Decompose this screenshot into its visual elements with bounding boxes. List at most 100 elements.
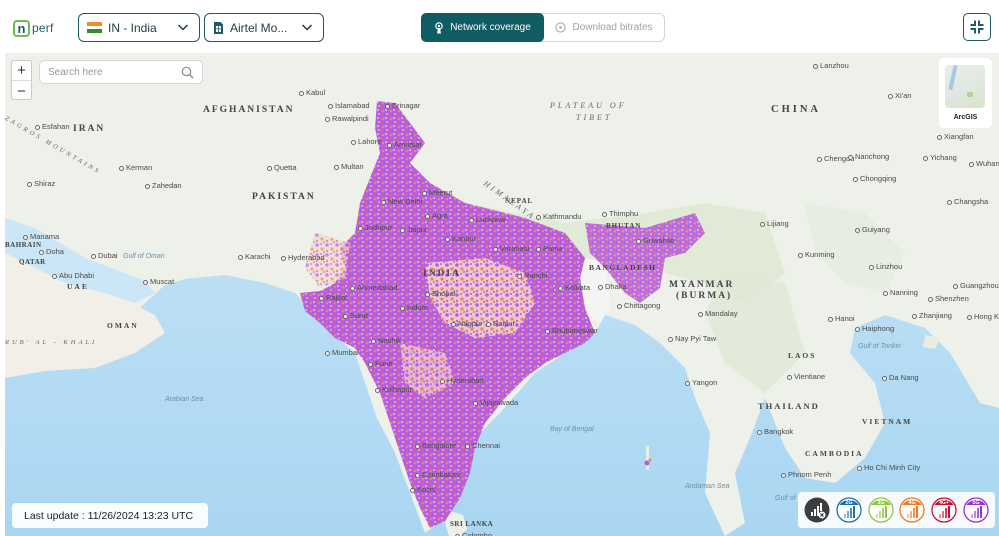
chevron-down-icon bbox=[301, 24, 313, 31]
zoom-in-button[interactable]: + bbox=[12, 61, 31, 81]
top-bar: n perf IN - India Airtel Mo... Network c… bbox=[0, 0, 999, 53]
map-city: Bhubaneswar bbox=[545, 326, 598, 335]
last-update-badge: Last update : 11/26/2024 13:23 UTC bbox=[12, 503, 208, 528]
map-city: Kochi bbox=[410, 485, 436, 494]
map-city: Zhanjiang bbox=[912, 311, 952, 320]
map-city: Ahmedabad bbox=[350, 283, 397, 292]
legend-5g-toggle[interactable]: 5G bbox=[963, 497, 989, 523]
signal-3g-icon: 3G bbox=[867, 497, 894, 523]
nperf-logo[interactable]: n perf bbox=[13, 17, 53, 39]
country-select[interactable]: IN - India bbox=[78, 13, 200, 42]
map-label-pakistan: PAKISTAN bbox=[252, 192, 316, 202]
legend-3g-toggle[interactable]: 3G bbox=[867, 497, 894, 523]
map-label-arabian-sea: Arabian Sea bbox=[165, 396, 204, 403]
map-label-rub-al-khali: RUB' AL - KHALI bbox=[5, 339, 98, 346]
signal-5g-icon: 5G bbox=[963, 497, 989, 523]
map-city: Changsha bbox=[947, 197, 988, 206]
map-city: Srinagar bbox=[385, 101, 420, 110]
network-coverage-tab[interactable]: Network coverage bbox=[421, 13, 544, 42]
map-label-burma: (BURMA) bbox=[676, 291, 733, 301]
map-city: Esfahan bbox=[35, 122, 70, 131]
map-city: Amritsar bbox=[387, 140, 422, 149]
map-label-iran: IRAN bbox=[73, 124, 106, 134]
map-city: Hanoi bbox=[828, 314, 855, 323]
map-city: Phnom Penh bbox=[781, 470, 831, 479]
download-bitrates-tab[interactable]: Download bitrates bbox=[544, 14, 664, 41]
map-city: Coimbatore bbox=[415, 470, 461, 479]
map-city: Patna bbox=[536, 244, 563, 253]
download-circle-icon bbox=[555, 22, 567, 33]
map-city: Linzhou bbox=[869, 262, 902, 271]
map-city: Lahore bbox=[351, 137, 381, 146]
map-city: Zahedan bbox=[145, 181, 182, 190]
legend-4g-plus-label: 4G+ bbox=[939, 500, 949, 506]
map-label-sri-lanka: SRI LANKA bbox=[450, 520, 494, 528]
legend-2g-label: 2G bbox=[845, 500, 852, 506]
map-city: Raipur bbox=[486, 319, 515, 328]
legend-2g-toggle[interactable]: 2G bbox=[836, 497, 862, 523]
map-city: Nashik bbox=[371, 336, 401, 345]
legend-4g-toggle[interactable]: 4G bbox=[899, 497, 926, 523]
search-icon[interactable] bbox=[181, 66, 194, 79]
legend-4g-label: 4G bbox=[909, 500, 916, 506]
map-city: Mandalay bbox=[698, 309, 738, 318]
map-label-andaman-sea: Andaman Sea bbox=[685, 483, 730, 490]
legend-3g-label: 3G bbox=[877, 500, 884, 506]
map-city: Nanning bbox=[883, 288, 918, 297]
map-city: Kerman bbox=[119, 163, 152, 172]
basemap-switcher[interactable]: ArcGIS bbox=[939, 58, 992, 128]
coverage-map[interactable]: AFGHANISTAN IRAN PAKISTAN INDIA NEPAL BH… bbox=[5, 53, 999, 536]
map-city: Chennai bbox=[465, 441, 500, 450]
operator-select-value: Airtel Mo... bbox=[230, 20, 288, 35]
map-city: Dhaka bbox=[598, 282, 627, 291]
no-coverage-signal-icon bbox=[804, 497, 830, 523]
map-city: Guiyang bbox=[855, 225, 890, 234]
map-city: Yichang bbox=[923, 153, 957, 162]
map-city: Kabul bbox=[299, 88, 325, 97]
map-label-laos: LAOS bbox=[788, 351, 817, 360]
nperf-coverage-app: n perf IN - India Airtel Mo... Network c… bbox=[0, 0, 999, 536]
map-city: Kathmandu bbox=[536, 212, 581, 221]
map-city: Wuhan bbox=[969, 159, 999, 168]
map-label-qatar: QATAR bbox=[19, 258, 46, 266]
map-city: Lijiang bbox=[760, 219, 789, 228]
map-label-bhutan: BHUTAN bbox=[606, 222, 642, 230]
map-city: Quetta bbox=[267, 163, 297, 172]
map-label-bahrain: BAHRAIN bbox=[5, 241, 42, 249]
map-city: Kunming bbox=[798, 250, 835, 259]
map-city: Karachi bbox=[238, 252, 270, 261]
map-city: Bhopal bbox=[425, 289, 455, 298]
map-city: Lucknow bbox=[469, 215, 506, 224]
map-search-box bbox=[39, 60, 203, 84]
chevron-down-icon bbox=[177, 24, 189, 31]
basemap-label: ArcGIS bbox=[953, 114, 978, 121]
search-input[interactable] bbox=[48, 66, 178, 78]
map-city: Rajkot bbox=[319, 293, 347, 302]
map-city: Jodhpur bbox=[358, 223, 392, 232]
map-label-china: CHINA bbox=[771, 104, 822, 115]
signal-4g-plus-icon: 4G+ bbox=[931, 497, 957, 523]
map-city: Mumbai bbox=[325, 348, 359, 357]
operator-select[interactable]: Airtel Mo... bbox=[204, 13, 324, 42]
network-coverage-label: Network coverage bbox=[450, 22, 531, 33]
map-city: Hyderabad bbox=[281, 253, 325, 262]
zoom-controls: + − bbox=[11, 60, 32, 100]
signal-2g-icon: 2G bbox=[836, 497, 862, 523]
map-city: Kolhapur bbox=[375, 385, 412, 394]
logo-text: perf bbox=[32, 21, 54, 35]
map-city: Varanasi bbox=[493, 244, 529, 253]
map-city: Guangzhou bbox=[953, 281, 999, 290]
map-city: New Delhi bbox=[381, 197, 422, 206]
legend-4g-plus-toggle[interactable]: 4G+ bbox=[931, 497, 957, 523]
map-city: Kanpur bbox=[445, 234, 476, 243]
india-flag-icon bbox=[87, 22, 102, 34]
map-city: Shenzhen bbox=[928, 294, 969, 303]
legend-no-coverage-toggle[interactable] bbox=[804, 497, 830, 523]
map-city: Jaipur bbox=[400, 225, 427, 234]
map-city: Haiphong bbox=[855, 324, 894, 333]
zoom-out-button[interactable]: − bbox=[12, 81, 31, 101]
map-label-plateau: PLATEAU OF bbox=[550, 101, 627, 110]
map-city: Indore bbox=[400, 303, 428, 312]
exit-fullscreen-button[interactable] bbox=[963, 13, 991, 41]
map-city: Hyderabad bbox=[440, 376, 484, 385]
